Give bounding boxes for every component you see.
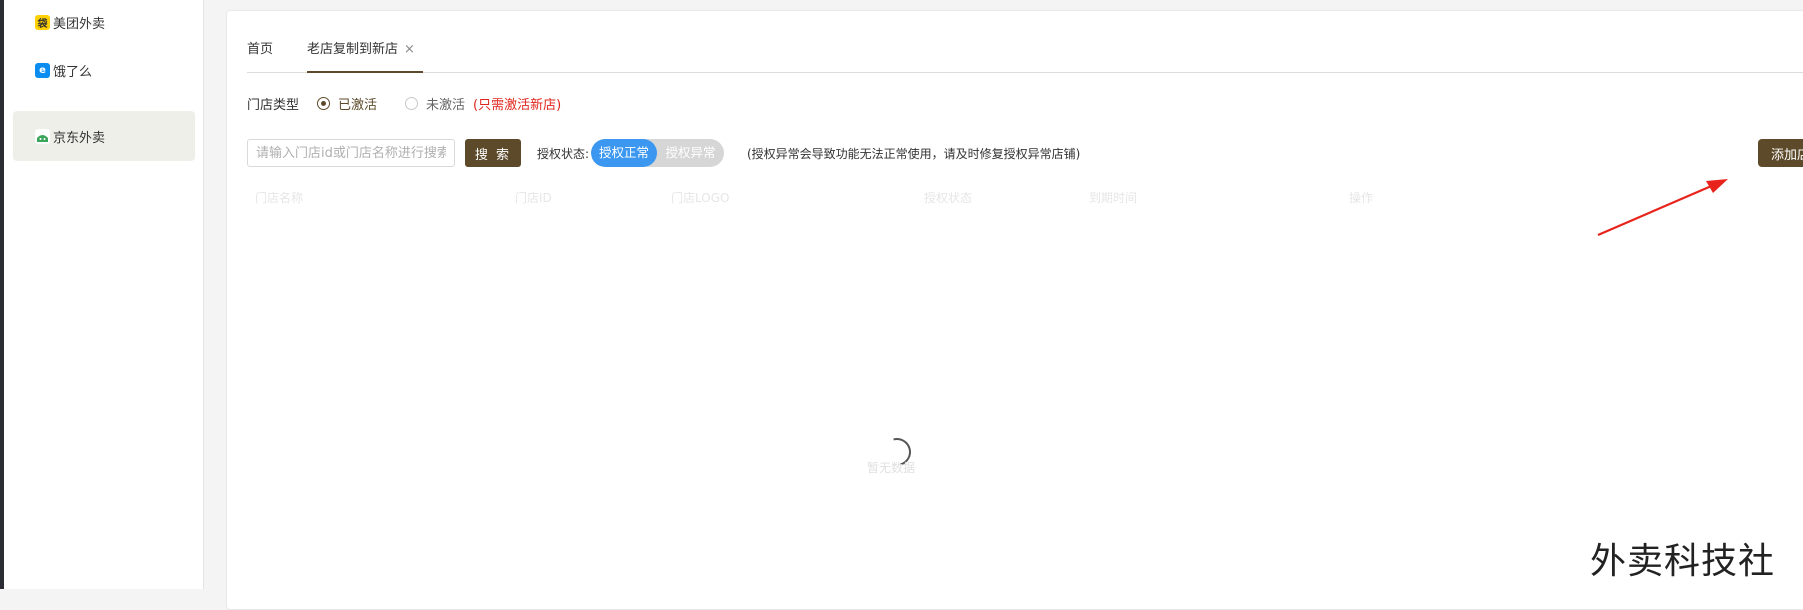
column-header: 授权状态 (924, 191, 973, 205)
store-type-filter: 门店类型 已激活 未激活 (只需激活新店) (247, 93, 561, 113)
empty-state-text: 暂无数据 (867, 461, 916, 475)
tab-copy-store-label: 老店复制到新店 (307, 42, 399, 57)
column-header: 门店ID (515, 191, 552, 205)
auth-warning-note: (授权异常会导致功能无法正常使用，请及时修复授权异常店铺) (747, 147, 1081, 161)
sidebar-item-eleme[interactable]: e 饿了么 (13, 45, 195, 95)
radio-unchecked-icon (405, 96, 419, 110)
radio-checked-icon (317, 96, 331, 110)
column-header: 到期时间 (1089, 191, 1138, 205)
main-panel: 首页 老店复制到新店 × 门店类型 已激活 未激活 (只需激活新店) 搜 索 授权… (226, 10, 1803, 610)
table-header: 门店名称 门店ID 门店LOGO 授权状态 到期时间 操作 (227, 181, 1803, 211)
radio-inactive[interactable]: 未激活 (405, 94, 465, 113)
close-icon[interactable]: × (404, 42, 415, 57)
sidebar-item-label: 饿了么 (53, 64, 93, 80)
auth-status-label: 授权状态: (537, 147, 590, 161)
radio-activated-label: 已激活 (338, 97, 378, 113)
auth-abnormal-option[interactable]: 授权异常 (657, 139, 724, 167)
tab-home-label: 首页 (247, 42, 274, 57)
sidebar-item-meituan[interactable]: 袋 美团外卖 (13, 0, 195, 47)
sidebar: 袋 美团外卖 e 饿了么 京东外卖 (4, 0, 204, 589)
column-header: 操作 (1349, 191, 1374, 205)
radio-activated[interactable]: 已激活 (317, 94, 377, 113)
column-header: 门店名称 (255, 191, 304, 205)
sidebar-item-label: 京东外卖 (53, 130, 106, 146)
radio-inactive-label: 未激活 (426, 97, 466, 113)
column-header: 门店LOGO (671, 191, 730, 205)
toolbar: 搜 索 授权状态: 授权正常 授权异常 (授权异常会导致功能无法正常使用，请及时… (247, 139, 1803, 169)
add-store-button[interactable]: 添加店铺 (1758, 139, 1803, 167)
sidebar-item-jd[interactable]: 京东外卖 (13, 111, 195, 161)
store-type-label: 门店类型 (247, 97, 300, 113)
meituan-icon: 袋 (35, 14, 50, 30)
tab-copy-store[interactable]: 老店复制到新店 × (307, 37, 423, 73)
sidebar-item-label: 美团外卖 (53, 16, 106, 32)
auth-normal-option[interactable]: 授权正常 (591, 139, 657, 167)
tab-bar: 首页 老店复制到新店 × (247, 37, 1803, 73)
auth-status-toggle[interactable]: 授权正常 授权异常 (591, 139, 724, 167)
eleme-icon: e (35, 62, 50, 78)
watermark: 外卖科技社 (1590, 541, 1776, 582)
search-input[interactable] (247, 139, 455, 167)
tab-home[interactable]: 首页 (247, 37, 273, 73)
jd-icon (35, 128, 50, 144)
search-button[interactable]: 搜 索 (465, 139, 521, 167)
activate-note: (只需激活新店) (473, 97, 562, 113)
